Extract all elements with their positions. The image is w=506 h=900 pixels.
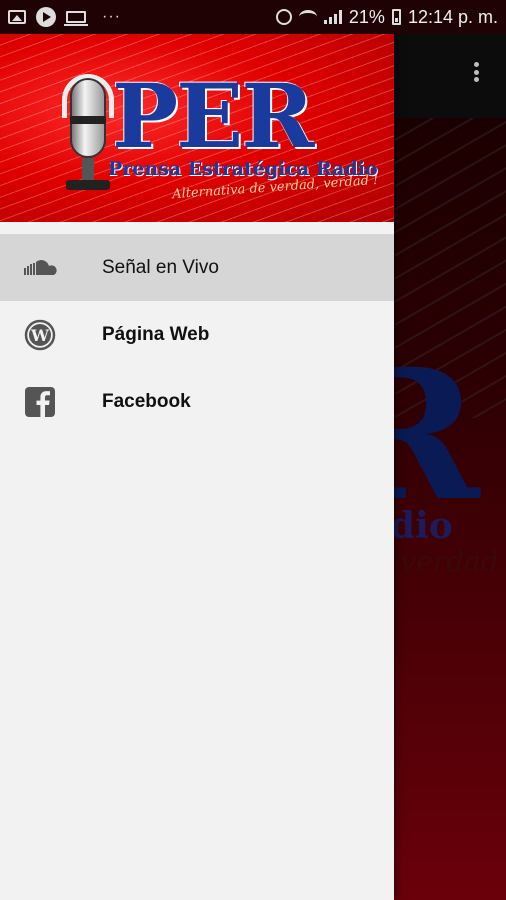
logo-text: PER — [112, 64, 314, 168]
menu-item-pagina-web[interactable]: W Página Web — [0, 301, 394, 368]
drawer-menu: Señal en Vivo W Página Web Facebook — [0, 234, 394, 435]
more-notifications-icon: ··· — [102, 8, 121, 25]
facebook-icon — [22, 384, 58, 420]
laptop-icon — [64, 11, 88, 26]
soundcloud-icon — [22, 250, 58, 286]
status-bar: ··· 21% 12:14 p. m. — [0, 0, 506, 34]
wifi-icon — [298, 10, 317, 24]
alarm-icon — [275, 9, 292, 25]
play-icon — [36, 7, 56, 27]
navigation-drawer: PER Prensa Estratégica Radio Alternativa… — [0, 34, 394, 900]
signal-icon — [323, 10, 342, 24]
battery-icon — [391, 9, 401, 25]
clock: 12:14 p. m. — [407, 6, 498, 27]
wordpress-icon: W — [22, 317, 58, 353]
menu-item-label: Página Web — [102, 323, 210, 345]
overflow-menu-icon[interactable] — [466, 56, 486, 88]
menu-item-label: Señal en Vivo — [102, 256, 219, 278]
menu-item-senal-en-vivo[interactable]: Señal en Vivo — [0, 234, 394, 301]
gallery-icon — [8, 10, 26, 24]
svg-text:W: W — [30, 326, 50, 345]
menu-item-facebook[interactable]: Facebook — [0, 368, 394, 435]
menu-item-label: Facebook — [102, 390, 191, 412]
battery-percent: 21% — [348, 6, 385, 27]
microphone-logo-icon — [62, 74, 114, 198]
drawer-header: PER Prensa Estratégica Radio Alternativa… — [0, 34, 394, 222]
